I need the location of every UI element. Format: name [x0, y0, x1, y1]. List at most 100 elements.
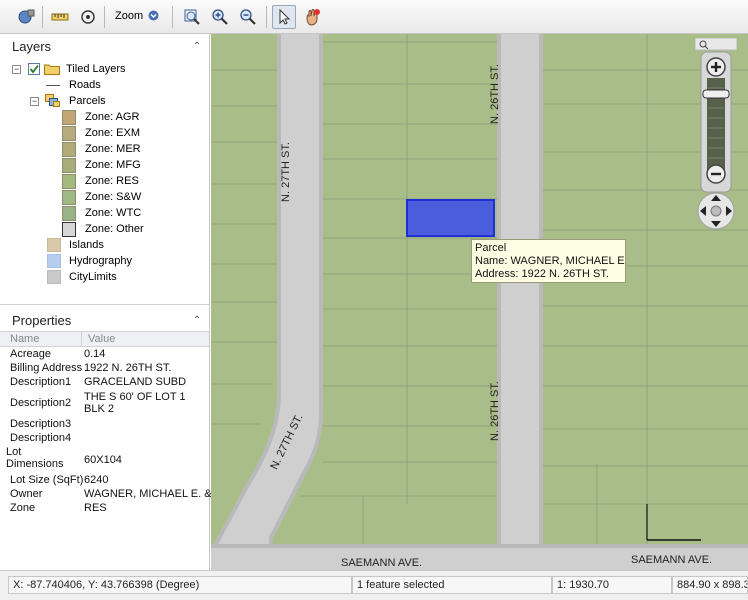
tree-item-zone[interactable]: Zone: AGR — [62, 109, 202, 125]
layer-group-icon — [45, 94, 60, 107]
collapse-expander-icon[interactable]: − — [12, 65, 21, 74]
legend-swatch — [62, 110, 76, 125]
panel-divider — [0, 304, 209, 305]
tree-item-label: Zone: AGR — [85, 111, 140, 123]
legend-swatch — [62, 158, 76, 173]
legend-swatch — [62, 222, 76, 237]
status-bar: X: -87.740406, Y: 43.766398 (Degree) 1 f… — [0, 570, 748, 600]
coordinates-readout: X: -87.740406, Y: 43.766398 (Degree) — [8, 576, 352, 594]
legend-swatch — [47, 238, 61, 252]
magnifier-icon[interactable] — [694, 37, 738, 51]
tree-item-zone[interactable]: Zone: MER — [62, 141, 202, 157]
zoom-slider-handle[interactable] — [702, 89, 730, 99]
zoom-dropdown-label[interactable]: Zoom — [115, 10, 143, 22]
zoom-full-extent-button[interactable] — [180, 5, 204, 29]
property-name: Description1 — [10, 376, 72, 388]
tree-item-roads[interactable]: Roads — [44, 77, 204, 93]
tree-item-label: Zone: RES — [85, 175, 139, 187]
legend-swatch — [62, 126, 76, 141]
scale-readout: 1: 1930.70 — [552, 576, 672, 594]
identify-button[interactable] — [76, 5, 100, 29]
left-panel: Layers ⌃ − Tiled Layers Roads − Parcels … — [0, 34, 212, 570]
zoom-out-button[interactable] — [236, 5, 260, 29]
properties-table-header: Name Value — [0, 331, 209, 347]
property-value: 60X104 — [84, 454, 122, 466]
legend-swatch — [62, 142, 76, 157]
tree-item-label: Parcels — [69, 95, 106, 107]
property-name: Acreage — [10, 348, 51, 360]
property-name: Zone — [10, 502, 36, 514]
tree-item-label: Roads — [69, 79, 101, 91]
property-value: WAGNER, MICHAEL E. & — [84, 488, 212, 500]
tree-item-islands[interactable]: Islands — [47, 237, 197, 253]
tree-item-label: Zone: Other — [85, 223, 144, 235]
chevron-down-icon[interactable] — [148, 10, 159, 21]
tree-item-zone[interactable]: Zone: MFG — [62, 157, 202, 173]
column-header-name: Name — [10, 333, 40, 345]
property-name: Lot Dimensions — [6, 446, 64, 470]
legend-swatch — [62, 190, 76, 205]
target-icon — [81, 10, 95, 24]
property-value: THE S 60' OF LOT 1 BLK 2 — [84, 391, 186, 415]
tooltip-title: Parcel — [475, 242, 507, 254]
zoom-in-button[interactable] — [208, 5, 232, 29]
tree-item-zone[interactable]: Zone: EXM — [62, 125, 202, 141]
street-label-n-26th-st: N. 26TH ST. — [488, 381, 501, 441]
tree-item-label: Tiled Layers — [66, 63, 126, 75]
property-name: Description4 — [10, 432, 72, 444]
tooltip-address: Address: 1922 N. 26TH ST. — [475, 268, 609, 280]
property-name: Description3 — [10, 418, 72, 430]
column-header-value: Value — [88, 333, 116, 345]
zoom-in-icon — [212, 9, 228, 25]
tree-item-label: Islands — [69, 239, 104, 251]
tree-item-zone[interactable]: Zone: WTC — [62, 205, 202, 221]
measure-button[interactable] — [48, 5, 72, 29]
tooltip-name: Name: WAGNER, MICHAEL E. & — [475, 255, 626, 267]
tree-item-label: Zone: MER — [85, 143, 141, 155]
tree-item-label: Zone: MFG — [85, 159, 141, 171]
zoom-out-icon — [240, 9, 256, 25]
toolbar-separator — [42, 6, 43, 28]
properties-panel-title: Properties — [12, 313, 72, 328]
zoom-in-icon[interactable] — [706, 57, 726, 77]
checkbox-checked[interactable] — [28, 63, 40, 75]
legend-swatch — [62, 174, 76, 189]
street-label-saemann-ave: SAEMANN AVE. — [341, 557, 423, 569]
extent-readout: 884.90 x 898.3 — [672, 576, 748, 594]
feature-tooltip: Parcel Name: WAGNER, MICHAEL E. & Addres… — [471, 239, 626, 283]
property-name: Billing Address — [10, 362, 83, 374]
ruler-icon — [51, 13, 69, 21]
select-pointer-button[interactable] — [272, 5, 296, 29]
tree-item-tiled-layers[interactable]: − Tiled Layers — [12, 61, 202, 77]
tree-item-label: Zone: EXM — [85, 127, 141, 139]
tree-item-zone[interactable]: Zone: S&W — [62, 189, 202, 205]
collapse-expander-icon[interactable]: − — [30, 97, 39, 106]
map-properties-button[interactable] — [14, 5, 38, 29]
zoom-out-icon[interactable] — [706, 164, 726, 184]
tree-item-label: Zone: WTC — [85, 207, 142, 219]
road-n-26th-st — [501, 34, 539, 570]
tree-item-label: Zone: S&W — [85, 191, 142, 203]
pan-button[interactable] — [300, 5, 324, 29]
tree-item-zone[interactable]: Zone: RES — [62, 173, 202, 189]
tree-item-label: Hydrography — [69, 255, 132, 267]
tree-item-zone[interactable]: Zone: Other — [62, 221, 202, 237]
property-value: 6240 — [84, 474, 109, 486]
pan-control-icon[interactable] — [697, 192, 735, 230]
selected-parcel[interactable] — [406, 199, 495, 237]
zoom-extent-icon — [184, 9, 200, 25]
property-value: RES — [84, 502, 107, 514]
map-canvas[interactable]: N. 26TH ST. N. 26TH ST. N. 27TH ST. N. 2… — [211, 34, 748, 570]
legend-swatch — [47, 254, 61, 268]
tree-item-parcels[interactable]: − Parcels — [30, 93, 200, 109]
collapse-properties-icon[interactable]: ⌃ — [191, 315, 203, 327]
tree-item-citylimits[interactable]: CityLimits — [47, 269, 197, 285]
toolbar-separator — [266, 6, 267, 28]
tree-item-label: CityLimits — [69, 271, 117, 283]
tree-item-hydrography[interactable]: Hydrography — [47, 253, 197, 269]
property-name: Lot Size (SqFt) — [10, 474, 84, 486]
collapse-layers-icon[interactable]: ⌃ — [191, 41, 203, 53]
pointer-arrow-icon — [279, 8, 291, 25]
check-icon — [29, 64, 39, 74]
layers-panel-title: Layers — [12, 39, 52, 54]
